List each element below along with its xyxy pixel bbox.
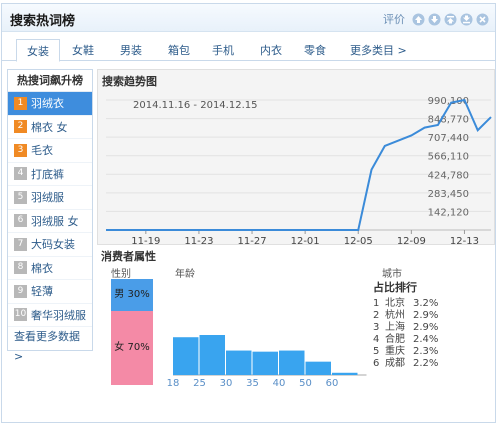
- category-tabs: 女装 女鞋 男装 箱包 手机 内衣 零食 更多类目 >: [2, 37, 495, 62]
- sidebar-item-label: 棉衣: [31, 261, 53, 275]
- female-segment: 女 70%: [111, 311, 153, 385]
- trend-y-tick: 283,450: [428, 189, 469, 200]
- age-bar: [173, 337, 199, 375]
- age-bar: [279, 350, 305, 375]
- male-segment: 男 30%: [111, 279, 153, 311]
- sidebar-item[interactable]: 6 羽绒服 女: [8, 210, 92, 233]
- panel-title: 搜索热词榜: [10, 14, 76, 29]
- trend-x-tick: 11-27: [238, 236, 267, 244]
- rank-badge: 2: [14, 120, 27, 134]
- sidebar-item-label: 羽绒服 女: [31, 214, 79, 228]
- rank-badge: 7: [14, 237, 27, 251]
- age-bar: [305, 361, 331, 375]
- age-tick: 18: [167, 378, 179, 389]
- city-pct: 2.2%: [413, 358, 439, 369]
- tab-bags[interactable]: 箱包: [168, 42, 190, 58]
- rank-badge: 6: [14, 214, 27, 228]
- move-bottom-icon[interactable]: [460, 13, 473, 26]
- trend-x-tick: 12-13: [450, 236, 479, 244]
- sidebar-item[interactable]: 4 打底裤: [8, 163, 92, 186]
- sidebar-item[interactable]: 8 棉衣: [8, 257, 92, 280]
- sidebar-item-label: 羽绒服: [31, 191, 64, 205]
- arrow-down-icon[interactable]: [428, 13, 441, 26]
- trend-x-tick: 11-19: [131, 236, 160, 244]
- trend-x-tick: 12-05: [344, 236, 373, 244]
- sidebar-item[interactable]: 7 大码女装: [8, 233, 92, 257]
- rank-badge: 9: [14, 284, 27, 298]
- tab-womens-clothing[interactable]: 女装: [16, 39, 60, 62]
- age-tick: 60: [326, 378, 339, 389]
- rank-badge: 4: [14, 167, 27, 181]
- tab-underwear[interactable]: 内衣: [260, 42, 282, 58]
- city-rank-title: 占比排行: [373, 281, 417, 294]
- tab-snacks[interactable]: 零食: [304, 42, 326, 58]
- rank-badge: 5: [14, 190, 27, 204]
- sidebar-item[interactable]: 1 羽绒衣: [8, 92, 92, 116]
- trend-y-tick: 424,780: [428, 170, 469, 181]
- sidebar-item-label: 轻薄: [31, 285, 53, 299]
- tab-phones[interactable]: 手机: [212, 42, 234, 58]
- rank-badge: 1: [14, 96, 27, 110]
- trend-y-tick: 142,120: [428, 207, 469, 218]
- trend-svg: 142,120 283,450 424,780 566,110 707,440 848,7…: [106, 96, 492, 244]
- rising-keywords-list: 热搜词飙升榜 1 羽绒衣 2 棉衣 女 3 毛衣 4 打底裤 5 羽绒服 6 羽绒服 女 7 大码女装 8 棉…: [7, 69, 93, 363]
- age-tick: 35: [246, 378, 259, 389]
- rank-badge: 3: [14, 143, 27, 157]
- sidebar-title: 热搜词飙升榜: [8, 70, 92, 92]
- trend-y-tick: 707,440: [428, 133, 469, 144]
- header-actions: 评价: [383, 11, 489, 27]
- city-rank-row: 6 成都 2.2%: [373, 354, 438, 369]
- sidebar-item[interactable]: 9 轻薄: [8, 280, 92, 304]
- sidebar-item[interactable]: 5 羽绒服: [8, 186, 92, 210]
- age-tick: 25: [193, 378, 206, 389]
- arrow-up-icon[interactable]: [412, 13, 425, 26]
- age-bar: [226, 350, 252, 375]
- search-hotwords-panel: 搜索热词榜 评价 女装 女鞋 男装 箱包 手机 内衣 零食 更多类目 > 热搜词…: [1, 3, 496, 423]
- rating-link[interactable]: 评价: [383, 11, 405, 27]
- sidebar-item-label: 羽绒衣: [31, 97, 64, 111]
- tab-womens-shoes[interactable]: 女鞋: [72, 42, 94, 58]
- trend-x-tick: 12-09: [397, 236, 426, 244]
- age-bar: [252, 351, 278, 375]
- sidebar-item-label: 打底裤: [31, 167, 64, 181]
- age-bar: [332, 372, 358, 375]
- age-tick: 50: [299, 378, 312, 389]
- sidebar-item[interactable]: 2 棉衣 女: [8, 116, 92, 139]
- trend-x-tick: 11-23: [184, 236, 213, 244]
- rank-badge: 8: [14, 261, 27, 275]
- age-tick: 40: [273, 378, 286, 389]
- sidebar-item[interactable]: 3 毛衣: [8, 139, 92, 163]
- trend-x-tick: 12-01: [291, 236, 320, 244]
- sidebar-item-label: 奢华羽绒服: [31, 308, 86, 322]
- sidebar-item[interactable]: 10 奢华羽绒服: [8, 304, 92, 327]
- city-name: 成都: [385, 358, 405, 369]
- city-rank: 6: [373, 358, 380, 369]
- tab-more-categories[interactable]: 更多类目 >: [350, 42, 407, 58]
- close-icon[interactable]: [476, 13, 489, 26]
- age-tick: 30: [220, 378, 233, 389]
- sidebar-item-label: 大码女装: [31, 238, 75, 252]
- move-top-icon[interactable]: [444, 13, 457, 26]
- gender-bar: 男 30% 女 70%: [111, 279, 153, 385]
- trend-y-tick: 848,770: [428, 115, 469, 126]
- consumer-title: 消费者属性: [101, 250, 156, 263]
- sidebar-item-label: 毛衣: [31, 144, 53, 158]
- tab-mens-clothing[interactable]: 男装: [120, 42, 142, 58]
- view-more-link[interactable]: 查看更多数据 >: [8, 327, 92, 363]
- city-label: 城市: [382, 269, 402, 280]
- sidebar-item-label: 棉衣 女: [31, 120, 68, 134]
- rank-badge: 10: [14, 308, 27, 322]
- age-histogram: 18 25 30 35 40 50 60: [167, 335, 367, 389]
- panel-header: 搜索热词榜 评价: [2, 4, 495, 32]
- trend-y-tick: 990,100: [428, 96, 469, 107]
- age-bar: [199, 335, 225, 375]
- gender-label: 性别: [111, 269, 131, 280]
- trend-y-tick: 566,110: [428, 152, 469, 163]
- consumer-attributes: 消费者属性 性别 年龄 城市 男 30% 女 70% 18 25 30 35 40 50 6…: [97, 248, 495, 418]
- search-trend-chart: 搜索趋势图 2014.11.16 - 2014.12.15 142,120 283…: [97, 69, 495, 245]
